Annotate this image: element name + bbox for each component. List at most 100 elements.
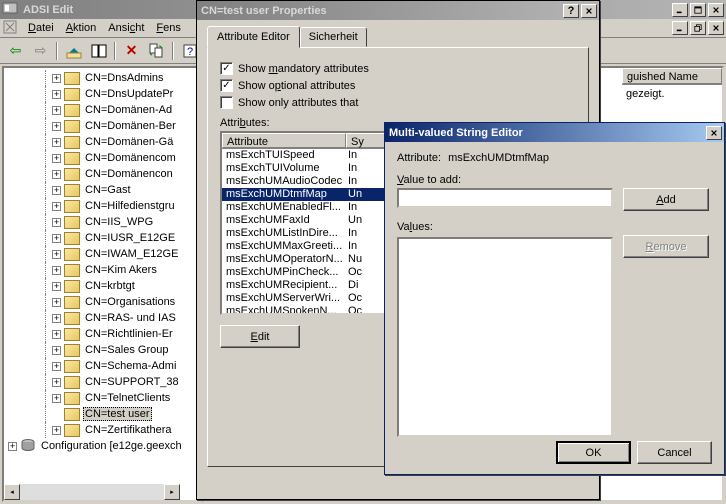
refresh-button[interactable] <box>145 40 168 62</box>
attr-col-syntax[interactable]: Sy <box>346 133 386 148</box>
tree-expander[interactable]: + <box>52 170 61 179</box>
tree-item[interactable]: +CN=Domänencom <box>6 150 194 166</box>
tree-item[interactable]: +CN=Domänencon <box>6 166 194 182</box>
tree-expander[interactable]: + <box>8 442 17 451</box>
list-column-dn[interactable]: guished Name <box>622 68 722 84</box>
menu-aktion[interactable]: Aktion <box>60 20 103 36</box>
tree-item[interactable]: +CN=Gast <box>6 182 194 198</box>
scroll-left-button[interactable]: ◂ <box>4 484 20 500</box>
tree-expander[interactable]: + <box>52 362 61 371</box>
mdi-close-button[interactable] <box>708 21 724 35</box>
tree-h-scrollbar[interactable]: ◂ ▸ <box>4 484 180 500</box>
chk-only[interactable] <box>220 96 233 109</box>
tree-expander[interactable]: + <box>52 154 61 163</box>
tree-expander[interactable]: + <box>52 378 61 387</box>
chk-optional[interactable] <box>220 79 233 92</box>
chk-only-row[interactable]: Show only attributes that <box>220 96 576 109</box>
tree-label: CN=SUPPORT_38 <box>83 376 181 388</box>
mdi-restore-button[interactable] <box>690 21 706 35</box>
tree-expander[interactable]: + <box>52 218 61 227</box>
tree-item[interactable]: + CN=IUSR_E12GE <box>6 230 194 246</box>
tree-expander[interactable]: + <box>52 138 61 147</box>
tree-expander[interactable]: + <box>52 234 61 243</box>
tree-item[interactable]: +CN=DnsUpdatePr <box>6 86 194 102</box>
folder-icon <box>64 344 80 357</box>
props-help-button[interactable]: ? <box>563 4 579 18</box>
tree-item[interactable]: +CN=Domänen-Ber <box>6 118 194 134</box>
menu-ansicht[interactable]: Ansicht <box>102 20 150 36</box>
props-titlebar[interactable]: CN=test user Properties ? <box>197 1 599 20</box>
tree-expander[interactable]: + <box>52 106 61 115</box>
chk-mandatory-row[interactable]: Show mandatory attributes <box>220 62 576 75</box>
chk-optional-row[interactable]: Show optional attributes <box>220 79 576 92</box>
chk-mandatory[interactable] <box>220 62 233 75</box>
cancel-button[interactable]: Cancel <box>637 441 712 464</box>
tree-panel[interactable]: +CN=DnsAdmins+CN=DnsUpdatePr+CN=Domänen-… <box>2 66 198 502</box>
tree-label: CN=Schema-Admi <box>83 360 178 372</box>
tree-expander[interactable]: + <box>52 186 61 195</box>
maximize-button[interactable] <box>690 3 706 17</box>
tree-expander[interactable]: + <box>52 202 61 211</box>
close-button[interactable] <box>708 3 724 17</box>
tree-item[interactable]: + CN=Richtlinien-Er <box>6 326 194 342</box>
tree-expander[interactable]: + <box>52 346 61 355</box>
show-hide-button[interactable] <box>87 40 110 62</box>
tree-expander[interactable]: + <box>52 74 61 83</box>
value-to-add-input[interactable] <box>397 188 613 208</box>
remove-button: Remove <box>623 235 709 258</box>
tree-item[interactable]: +CN=RAS- und IAS <box>6 310 194 326</box>
back-button[interactable]: ⇦ <box>4 40 27 62</box>
tree-expander[interactable]: + <box>52 250 61 259</box>
config-icon <box>20 438 36 455</box>
mdi-minimize-button[interactable] <box>672 21 688 35</box>
tree-item[interactable]: +CN=Sales Group <box>6 342 194 358</box>
minimize-button[interactable] <box>672 3 688 17</box>
tree-item[interactable]: +CN=Hilfedienstgru <box>6 198 194 214</box>
props-close-button[interactable] <box>581 4 597 18</box>
tree-item-config[interactable]: +Configuration [e12ge.geexch <box>6 438 194 454</box>
tree-expander[interactable]: + <box>52 122 61 131</box>
up-button[interactable] <box>62 40 85 62</box>
chk-only-label: Show only attributes that <box>238 97 358 109</box>
add-button[interactable]: Add <box>623 188 709 211</box>
tree-expander[interactable]: + <box>52 282 61 291</box>
multi-close-button[interactable] <box>706 126 722 140</box>
folder-icon <box>64 152 80 165</box>
tree-item[interactable]: +CN=Domänen-Ad <box>6 102 194 118</box>
tree-expander[interactable]: + <box>52 394 61 403</box>
menu-fenster[interactable]: Fens <box>150 20 186 36</box>
tree-item[interactable]: +CN=Kim Akers <box>6 262 194 278</box>
tree-item[interactable]: +CN=krbtgt <box>6 278 194 294</box>
attr-col-attribute[interactable]: Attribute <box>222 133 346 148</box>
tree-item[interactable]: +CN=IIS_WPG <box>6 214 194 230</box>
tree-item[interactable]: +CN=TelnetClients <box>6 390 194 406</box>
tree-item[interactable]: +CN=Domänen-Gä <box>6 134 194 150</box>
attr-name: msExchUMPinCheck... <box>226 266 348 279</box>
tree-item[interactable]: + CN=Schema-Admi <box>6 358 194 374</box>
multi-titlebar[interactable]: Multi-valued String Editor <box>385 123 724 142</box>
tree-item[interactable]: + CN=SUPPORT_38 <box>6 374 194 390</box>
tree-expander[interactable]: + <box>52 314 61 323</box>
tree-item[interactable]: +CN=Zertifikathera <box>6 422 194 438</box>
tree-item[interactable]: +CN=DnsAdmins <box>6 70 194 86</box>
edit-button[interactable]: Edit <box>220 325 300 348</box>
tree-expander[interactable]: + <box>52 330 61 339</box>
tree-expander[interactable]: + <box>52 298 61 307</box>
tree-item[interactable]: +CN=IWAM_E12GE <box>6 246 194 262</box>
tree-expander[interactable]: + <box>52 90 61 99</box>
tree-label: CN=IUSR_E12GE <box>83 232 177 244</box>
multi-title: Multi-valued String Editor <box>387 127 706 139</box>
folder-icon <box>64 88 80 101</box>
ok-button[interactable]: OK <box>556 441 631 464</box>
scroll-right-button[interactable]: ▸ <box>164 484 180 500</box>
values-listbox[interactable] <box>397 237 613 437</box>
menu-datei[interactable]: Datei <box>22 20 60 36</box>
tab-attribute-editor[interactable]: Attribute Editor <box>207 26 300 48</box>
delete-button[interactable]: ✕ <box>120 40 143 62</box>
tree-item[interactable]: +CN=Organisations <box>6 294 194 310</box>
tree-item[interactable]: +CN=test user <box>6 406 194 422</box>
tree-label: CN=Richtlinien-Er <box>83 328 175 340</box>
tree-expander[interactable]: + <box>52 266 61 275</box>
tab-sicherheit[interactable]: Sicherheit <box>300 27 367 47</box>
tree-expander[interactable]: + <box>52 426 61 435</box>
